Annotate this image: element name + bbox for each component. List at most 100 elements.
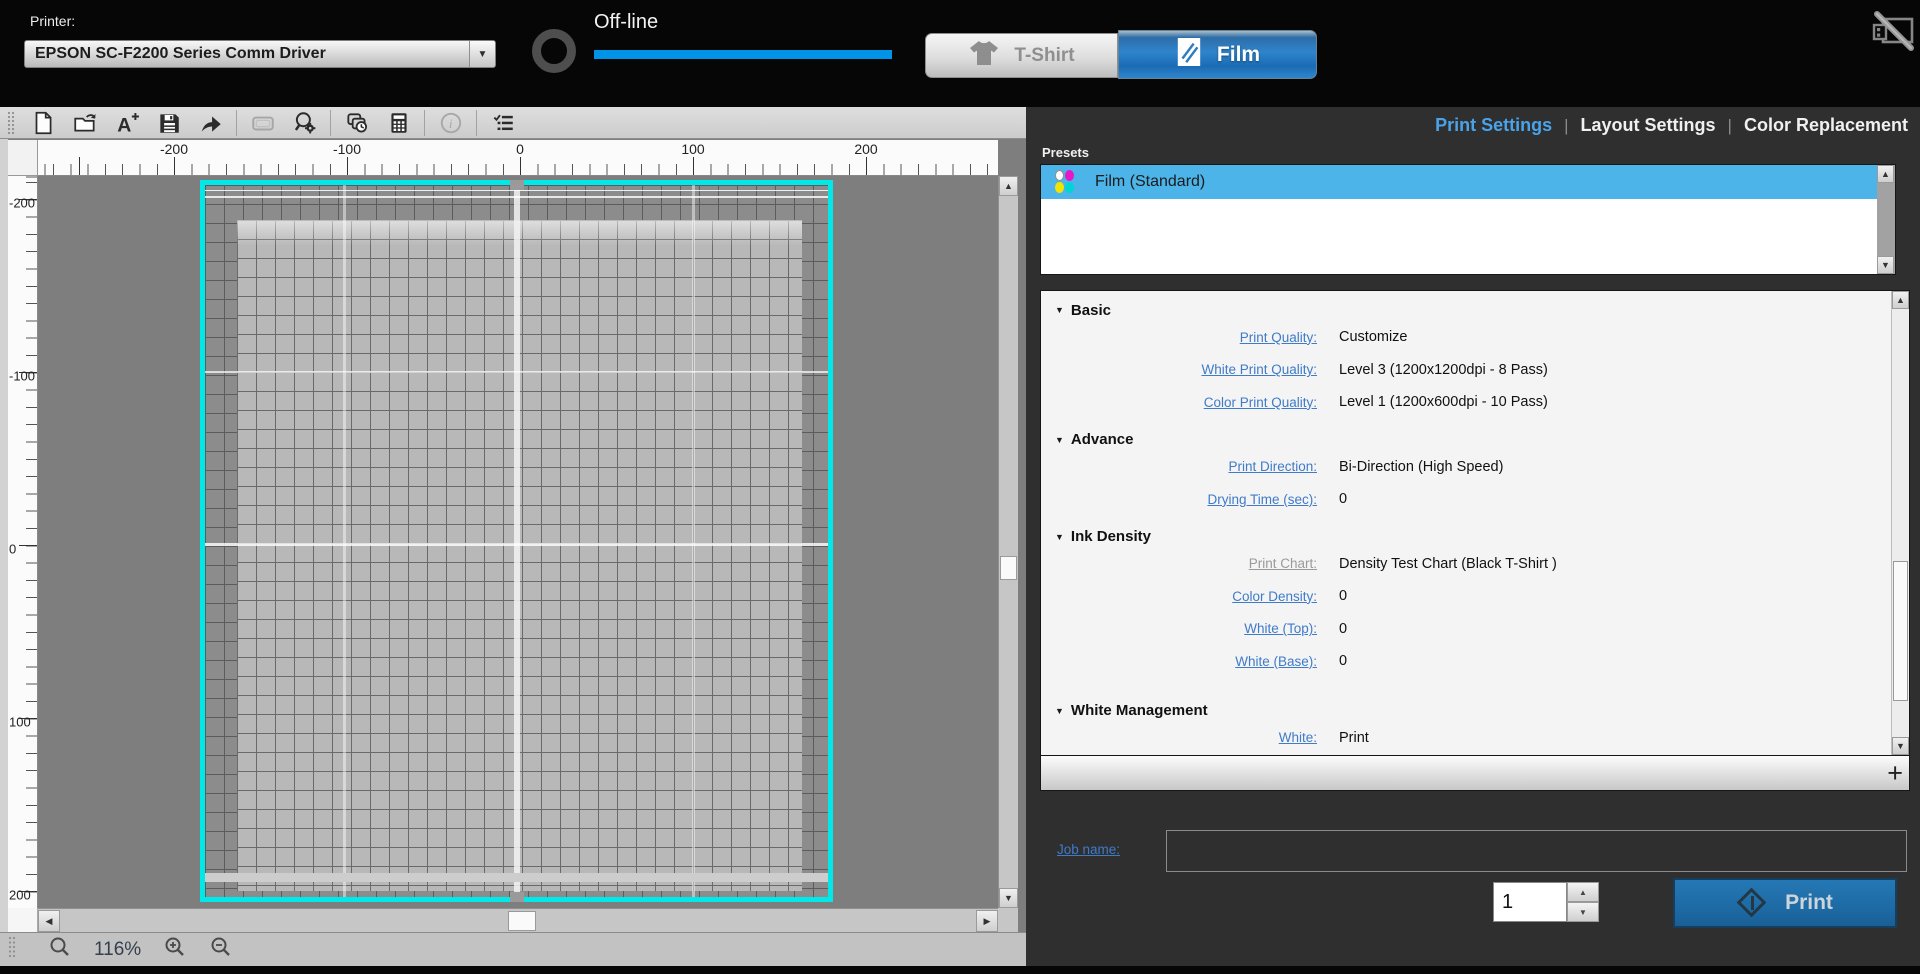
section-advance[interactable]: ▼ Advance [1041, 429, 1891, 451]
settings-scroll-thumb[interactable] [1893, 561, 1908, 701]
vertical-ruler: -200 -100 0 100 200 [8, 176, 38, 908]
film-mode-button[interactable]: Film [1118, 30, 1317, 79]
toolbar-separator [476, 110, 477, 136]
print-button[interactable]: Print [1673, 878, 1897, 928]
printer-select-value: EPSON SC-F2200 Series Comm Driver [25, 45, 469, 63]
film-mode-label: Film [1217, 43, 1260, 67]
preset-item-film-standard[interactable]: Film (Standard) [1041, 165, 1895, 199]
zoom-in-icon[interactable] [163, 935, 187, 964]
print-settings-list: ▼ Basic Print Quality: Customize White P… [1040, 290, 1910, 756]
status-progress-bar [594, 50, 892, 59]
print-preview-canvas[interactable] [38, 176, 998, 908]
guide-line [343, 185, 346, 897]
copies-decrement-button[interactable]: ▼ [1567, 902, 1599, 922]
printer-select[interactable]: EPSON SC-F2200 Series Comm Driver ▼ [24, 40, 496, 68]
setting-row: White Print Quality: Level 3 (1200x1200d… [1041, 354, 1891, 387]
scroll-right-button[interactable]: ▶ [976, 910, 998, 932]
copies-input[interactable] [1493, 882, 1567, 922]
zoom-level-value[interactable]: 116% [94, 939, 141, 961]
copies-increment-button[interactable]: ▲ [1567, 882, 1599, 902]
job-name-link[interactable]: Job name: [1057, 842, 1120, 857]
ruler-corner [8, 140, 38, 176]
open-file-icon[interactable] [68, 109, 101, 137]
white-link[interactable]: White: [1041, 730, 1317, 745]
vertical-scrollbar[interactable]: ▲ ▼ [998, 176, 1018, 908]
horizontal-scrollbar[interactable]: ◀ ▶ [38, 908, 998, 932]
add-text-icon[interactable]: A [110, 109, 143, 137]
ruler-label: -200 [160, 141, 188, 157]
add-preset-button[interactable]: + [1887, 756, 1903, 790]
print-chart-value: Density Test Chart (Black T-Shirt ) [1339, 556, 1557, 572]
toolbar: A i [0, 107, 1026, 139]
print-button-label: Print [1785, 891, 1833, 915]
center-guide-line [514, 185, 520, 897]
save-icon[interactable] [152, 109, 185, 137]
white-print-quality-value: Level 3 (1200x1200dpi - 8 Pass) [1339, 362, 1548, 378]
printer-status-text: Off-line [594, 11, 658, 34]
statusbar-grip-icon[interactable] [8, 935, 16, 964]
color-print-quality-link[interactable]: Color Print Quality: [1041, 395, 1317, 410]
scroll-down-button[interactable]: ▼ [1877, 256, 1894, 274]
ruler-label: 100 [681, 141, 704, 157]
export-icon[interactable] [194, 109, 227, 137]
collapse-triangle-icon: ▼ [1055, 435, 1064, 445]
scroll-left-button[interactable]: ◀ [38, 910, 60, 932]
new-document-icon[interactable] [26, 109, 59, 137]
job-history-icon[interactable] [340, 109, 373, 137]
job-name-input[interactable] [1166, 830, 1907, 872]
drying-time-link[interactable]: Drying Time (sec): [1041, 492, 1317, 507]
print-direction-link[interactable]: Print Direction: [1041, 459, 1317, 474]
ruler-label: -100 [9, 369, 35, 384]
tab-print-settings[interactable]: Print Settings [1435, 115, 1552, 136]
center-guide-line [205, 543, 828, 546]
calculator-icon[interactable] [382, 109, 415, 137]
svg-text:i: i [448, 115, 452, 130]
color-density-link[interactable]: Color Density: [1041, 589, 1317, 604]
presets-title: Presets [1042, 145, 1089, 160]
setting-row: Print Direction: Bi-Direction (High Spee… [1041, 451, 1891, 484]
tab-color-replacement[interactable]: Color Replacement [1744, 115, 1908, 136]
alignment-notch [510, 892, 524, 902]
platen-frame[interactable] [200, 180, 833, 902]
application-window: Printer: EPSON SC-F2200 Series Comm Driv… [0, 0, 1920, 974]
vertical-scroll-thumb[interactable] [1000, 556, 1017, 580]
left-edge-strip [0, 139, 8, 966]
settings-scrollbar[interactable]: ▲ ▼ [1891, 291, 1909, 755]
setting-row: Drying Time (sec): 0 [1041, 483, 1891, 516]
chevron-down-icon[interactable]: ▼ [469, 41, 495, 67]
collapse-triangle-icon: ▼ [1055, 706, 1064, 716]
zoom-out-icon[interactable] [209, 935, 233, 964]
job-list-icon[interactable] [486, 109, 519, 137]
section-title: Ink Density [1071, 528, 1151, 545]
white-top-value: 0 [1339, 621, 1347, 637]
printer-disconnected-icon [1870, 10, 1916, 57]
tab-layout-settings[interactable]: Layout Settings [1581, 115, 1716, 136]
film-icon [1175, 35, 1203, 74]
presets-scrollbar[interactable]: ▲ ▼ [1877, 165, 1895, 274]
tshirt-icon [968, 39, 1000, 72]
white-print-quality-link[interactable]: White Print Quality: [1041, 362, 1317, 377]
scroll-down-button[interactable]: ▼ [1892, 737, 1909, 755]
zoom-tool-icon[interactable] [48, 935, 72, 964]
scroll-up-button[interactable]: ▲ [1877, 165, 1894, 183]
tshirt-mode-button[interactable]: T-Shirt [925, 33, 1118, 78]
setting-row: Print Chart: Density Test Chart (Black T… [1041, 548, 1891, 581]
setting-row: White: Print [1041, 722, 1891, 755]
white-top-link[interactable]: White (Top): [1041, 621, 1317, 636]
toolbar-grip-icon[interactable] [5, 109, 17, 137]
scroll-up-button[interactable]: ▲ [999, 176, 1018, 196]
section-ink-density[interactable]: ▼ Ink Density [1041, 526, 1891, 548]
print-quality-link[interactable]: Print Quality: [1041, 330, 1317, 345]
scroll-up-button[interactable]: ▲ [1892, 291, 1909, 309]
section-white-management[interactable]: ▼ White Management [1041, 700, 1891, 722]
horizontal-scroll-thumb[interactable] [508, 911, 536, 931]
scroll-down-button[interactable]: ▼ [999, 888, 1018, 908]
preset-item-label: Film (Standard) [1095, 173, 1205, 191]
white-base-link[interactable]: White (Base): [1041, 654, 1317, 669]
section-basic[interactable]: ▼ Basic [1041, 299, 1891, 321]
ruler-label: -100 [333, 141, 361, 157]
alignment-notch [510, 180, 524, 190]
setting-row: Print Quality: Customize [1041, 321, 1891, 354]
preview-settings-icon[interactable] [288, 109, 321, 137]
setting-row: White (Base): 0 [1041, 645, 1891, 678]
